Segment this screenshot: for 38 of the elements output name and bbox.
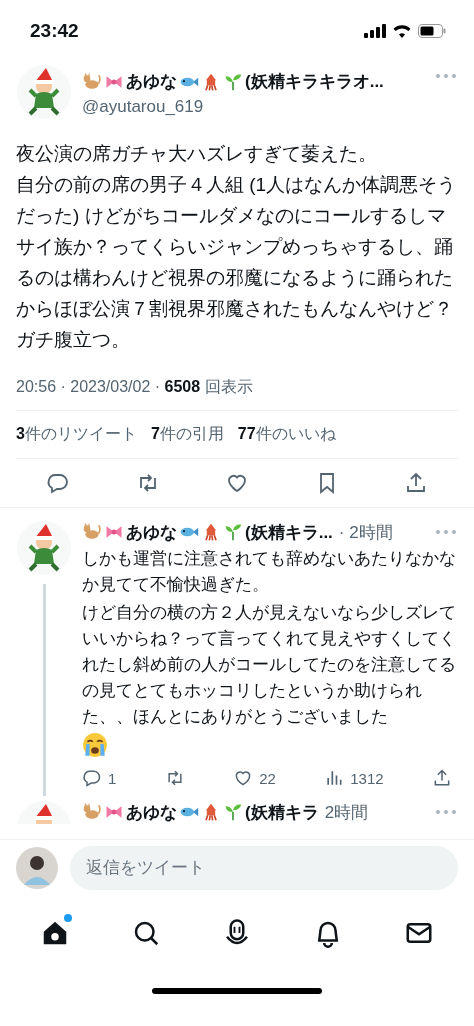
sprout-icon [223,522,243,542]
display-name: (妖精キラ [245,801,319,824]
reply-icon[interactable] [82,768,102,788]
reply-icon[interactable] [46,471,70,495]
bar-chart-icon[interactable] [324,768,345,788]
avatar[interactable] [16,520,72,576]
display-name: あゆな [126,801,177,824]
username: @ayutarou_619 [82,97,205,117]
display-name: あゆな [126,71,177,93]
display-name: (妖精キラキラオ... [245,71,384,93]
reply-text: しかも運営に注意されても辞めないあたりなかなか見てて不愉快過ぎた。 [82,548,457,596]
action-count: 22 [259,769,276,787]
timestamp: 2時間 [324,801,369,824]
signal-icon [364,24,386,38]
display-name: あゆな [126,521,177,544]
stat-link[interactable]: 77件のいいね [237,424,336,445]
action-count: 1 [108,769,117,787]
cat-icon [82,71,102,92]
cat-icon [82,522,102,542]
stat-link[interactable]: 7件の引用 [150,424,224,445]
tweet-timestamp: 20:56 · 2023/03/02 · 6508 回表示 [16,355,458,411]
wifi-icon [392,24,412,38]
profile-avatar[interactable] [16,847,58,889]
battery-icon [418,24,446,38]
reply-text: けど自分の横の方２人が見えないなら少しズレていいからね？って言ってくれて見えやすくしてくれたし斜め前の人がコールしてたのを注意してるの見てとてもホッコリしたというか助けられた、、ほんとにありがとうございました [82,602,457,728]
display-name: (妖精キラ... [245,521,333,544]
sprout-icon [223,802,243,822]
reply-field[interactable]: 返信をツイート [70,846,458,890]
cat-icon [82,802,102,822]
share-icon[interactable] [404,471,428,495]
avatar[interactable] [16,64,72,120]
clock: 23:42 [30,20,79,42]
timestamp: · 2時間 [338,521,393,544]
tweet-text: 夜公演の席ガチャ大ハズレすぎて萎えた。 [15,142,378,166]
tweet-text: 自分の前の席の男子４人組 (1人はなんか体調悪そうだった) けどがちコールダメなのにコールするしマサイ族か？ってくらいジャンプめっちゃするし、踊るのは構わんけど視界の邪魔になるように踊られたからほぼ公演７割視界邪魔されたもんなんやけど？ガチ腹立つ。 [15,173,458,352]
sprout-icon [223,71,243,92]
stat-link[interactable]: 3件のリツイート [16,424,137,445]
action-count: 1312 [350,769,384,787]
